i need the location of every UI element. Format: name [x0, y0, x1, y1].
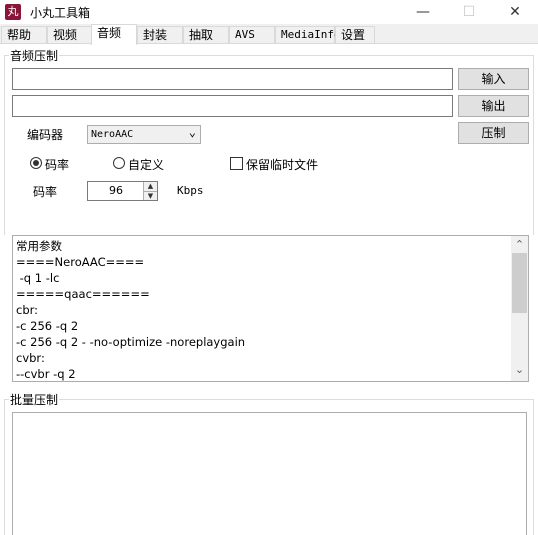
output-file-field[interactable]: [12, 95, 453, 117]
params-line: 常用参数: [16, 239, 62, 253]
tab-strip: 帮助 视频 音频 封装 抽取 AVS MediaInfo 设置: [0, 24, 538, 45]
spin-up-icon[interactable]: ▲: [143, 182, 157, 191]
audio-encode-group-label: 音频压制: [9, 47, 60, 64]
app-logo-icon: 丸: [5, 4, 21, 20]
params-line: cvbr:: [16, 351, 45, 365]
mode-bitrate-label: 码率: [45, 158, 70, 172]
params-scrollbar[interactable]: ⌃ ⌄: [511, 236, 528, 381]
keep-temp-label: 保留临时文件: [246, 158, 319, 172]
minimize-button[interactable]: —: [400, 0, 446, 24]
bitrate-label: 码率: [33, 185, 58, 199]
encoder-select[interactable]: NeroAAC ⌄: [87, 125, 201, 144]
mode-custom-label: 自定义: [128, 158, 165, 172]
batch-file-list[interactable]: [12, 412, 527, 535]
bitrate-value: 96: [109, 184, 123, 197]
tab-video[interactable]: 视频: [47, 26, 93, 44]
scroll-down-icon[interactable]: ⌄: [511, 364, 528, 381]
encode-button[interactable]: 压制: [458, 122, 529, 144]
maximize-button: ☐: [462, 4, 476, 20]
close-button[interactable]: ✕: [492, 0, 538, 24]
tab-mux[interactable]: 封装: [137, 26, 183, 44]
params-line: cbr:: [16, 303, 39, 317]
tab-avs[interactable]: AVS: [229, 26, 275, 44]
title-bar: 丸 小丸工具箱 — ☐ ✕: [0, 0, 538, 24]
mode-bitrate-radio[interactable]: [30, 157, 42, 169]
params-line: =====qaac======: [16, 287, 150, 301]
input-button[interactable]: 输入: [458, 68, 529, 90]
batch-encode-group-label: 批量压制: [9, 391, 60, 408]
params-line: -c 256 -q 2 - -no-optimize -noreplaygain: [16, 335, 246, 349]
params-line: -q 1 -lc: [16, 271, 60, 285]
params-textarea[interactable]: 常用参数 ====NeroAAC==== -q 1 -lc =====qaac=…: [12, 235, 529, 382]
encoder-label: 编码器: [27, 128, 64, 142]
window-title: 小丸工具箱: [30, 6, 91, 20]
bitrate-unit: Kbps: [177, 184, 204, 197]
params-line: --cvbr -q 2: [16, 367, 76, 381]
bitrate-stepper[interactable]: 96 ▲ ▼: [87, 181, 158, 201]
tab-mediainfo[interactable]: MediaInfo: [275, 26, 341, 44]
scroll-up-icon[interactable]: ⌃: [511, 236, 528, 253]
tab-settings[interactable]: 设置: [335, 26, 375, 44]
spin-down-icon[interactable]: ▼: [143, 191, 157, 200]
tab-audio[interactable]: 音频: [91, 24, 137, 45]
chevron-down-icon: ⌄: [188, 125, 196, 139]
input-file-field[interactable]: [12, 68, 453, 90]
tab-help[interactable]: 帮助: [1, 26, 47, 44]
output-button[interactable]: 输出: [458, 95, 529, 117]
encoder-select-value: NeroAAC: [91, 129, 134, 140]
keep-temp-checkbox[interactable]: [230, 157, 243, 170]
scroll-thumb[interactable]: [512, 253, 527, 313]
params-line: ====NeroAAC====: [16, 255, 145, 269]
tab-extract[interactable]: 抽取: [183, 26, 229, 44]
params-line: -c 256 -q 2: [16, 319, 79, 333]
mode-custom-radio[interactable]: [113, 157, 125, 169]
